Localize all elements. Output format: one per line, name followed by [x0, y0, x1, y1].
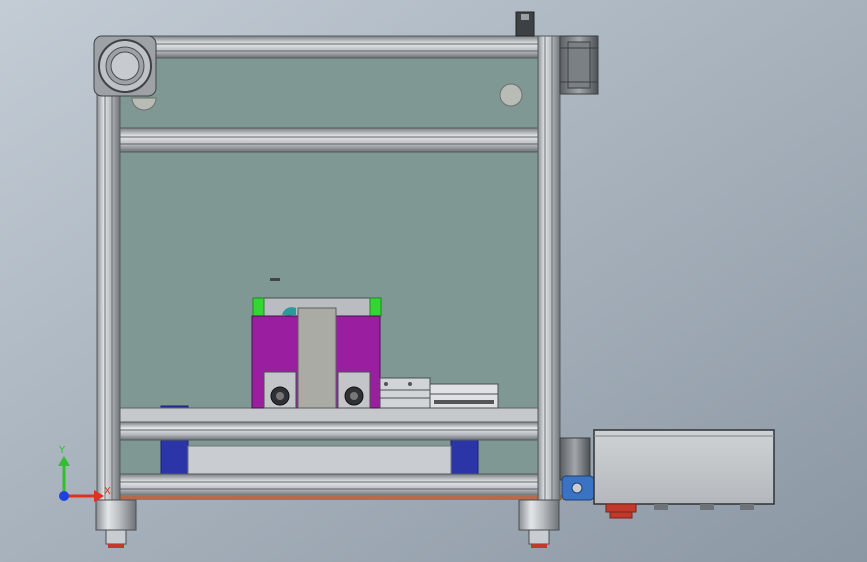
triad-origin: [59, 491, 69, 501]
panel-hole-right: [499, 83, 523, 107]
triad-x-label: X: [104, 486, 111, 497]
pulley-top-left: [93, 35, 157, 97]
frame-top-beam: [119, 35, 541, 59]
frame-left-post: [96, 39, 121, 501]
frame-mid-beam: [119, 127, 539, 153]
cad-viewport[interactable]: Y X: [0, 0, 867, 562]
lower-right-fittings: [559, 437, 595, 501]
drive-unit: [251, 278, 382, 409]
base-plate: [119, 407, 539, 441]
frame-bottom-beam: [100, 473, 562, 500]
triad-y-label: Y: [58, 445, 66, 456]
frame-right-post: [537, 35, 561, 501]
